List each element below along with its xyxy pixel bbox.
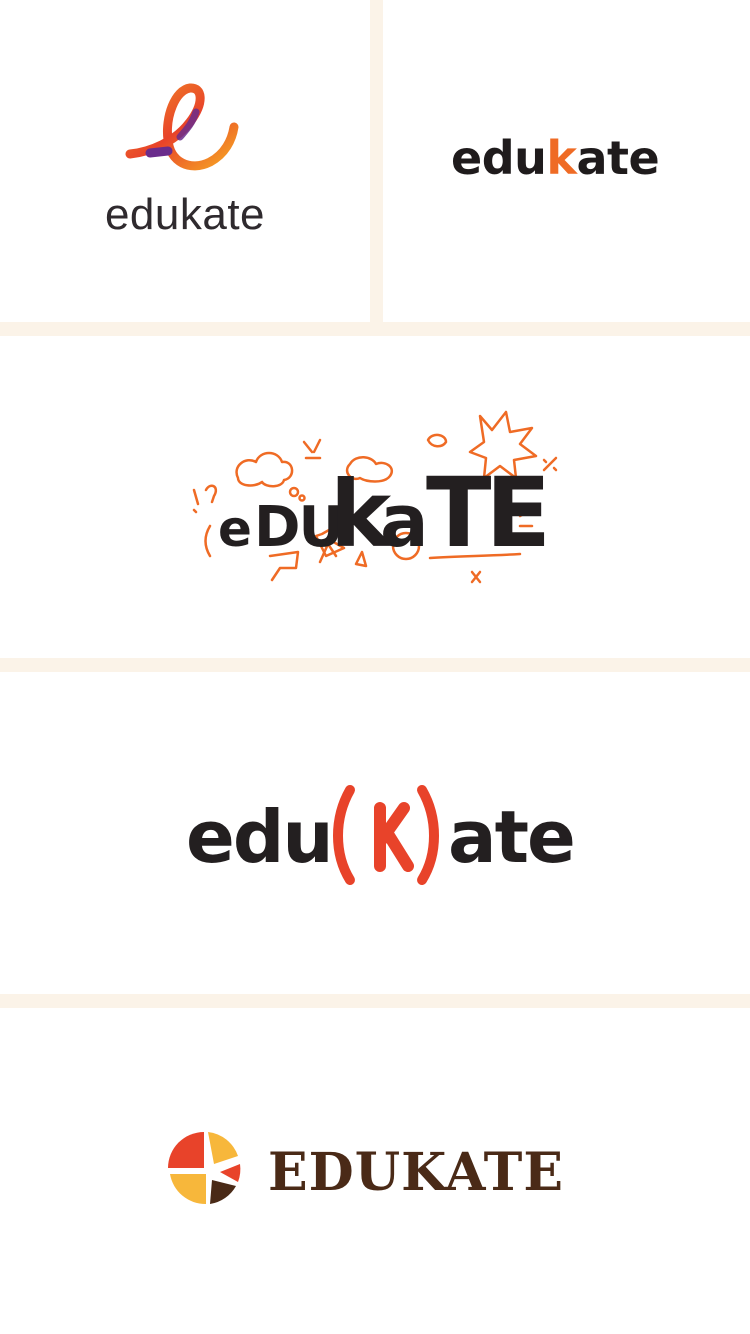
doodle-wordmark: e DU k a TE	[218, 457, 551, 569]
logo-4-wordmark: edu ate	[186, 785, 576, 885]
logo-2-text-after: ate	[576, 131, 660, 185]
svg-text:DU: DU	[254, 495, 342, 560]
logo-1-wordmark: edukate	[104, 190, 266, 239]
logo-5-wordmark: EDUKATE	[268, 1142, 564, 1200]
svg-text:TE: TE	[426, 457, 545, 569]
doodle-logo: e DU k a TE	[192, 410, 558, 584]
pie-k-icon	[168, 1132, 241, 1205]
logo-4-accent-k	[333, 785, 439, 885]
logo-card-4: edu ate	[0, 672, 750, 994]
logo-card-3: e DU k a TE	[0, 336, 750, 658]
logo-2-text-before: edu	[451, 131, 547, 185]
svg-text:e: e	[218, 500, 251, 558]
ribbon-e-icon	[125, 83, 239, 171]
logo-card-5: EDUKATE	[0, 1008, 750, 1334]
logo-card-2: edukate	[383, 0, 750, 322]
logo-4-text-before: edu	[186, 795, 332, 879]
svg-text:EDUKATE: EDUKATE	[268, 1142, 564, 1200]
logo-2-accent-k: k	[546, 131, 577, 185]
svg-text:a: a	[380, 479, 427, 563]
logo-4-text-after: ate	[448, 795, 574, 879]
logo-card-1: edukate	[0, 0, 370, 322]
logo-2-wordmark: edukate	[451, 131, 660, 185]
